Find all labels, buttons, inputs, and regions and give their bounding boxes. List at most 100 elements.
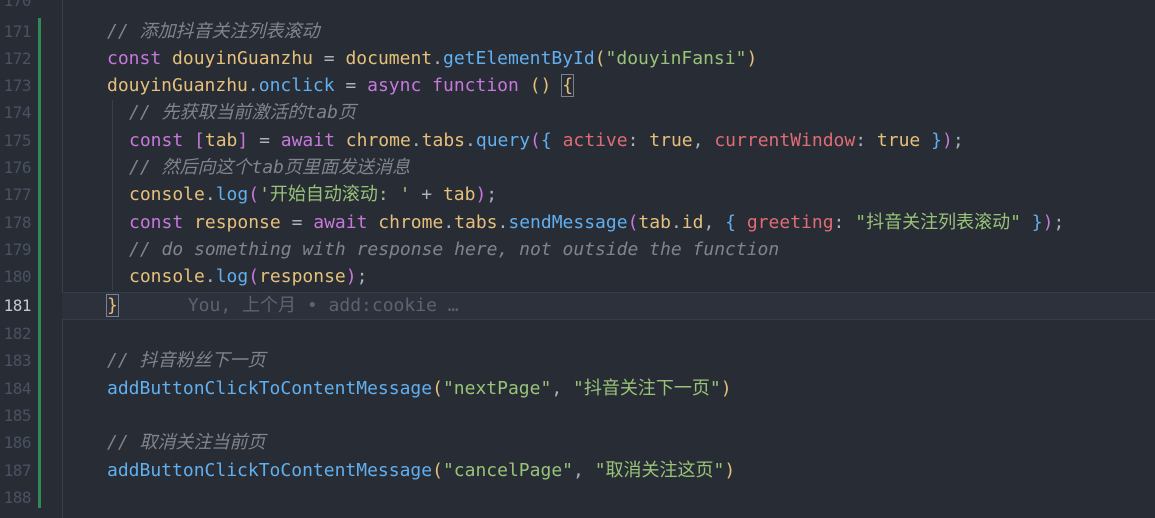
object-key: greeting bbox=[746, 211, 834, 233]
string-literal: "cancelPage" bbox=[442, 459, 573, 481]
code-line-186[interactable]: 186 // 取消关注当前页 bbox=[0, 429, 1155, 456]
variable-name: response bbox=[194, 211, 281, 233]
paren-open: ( bbox=[248, 184, 260, 206]
code-line-171[interactable]: 171 // 添加抖音关注列表滚动 bbox=[0, 18, 1155, 45]
comment: // 先获取当前激活的tab页 bbox=[129, 102, 357, 124]
line-number: 180 bbox=[3, 267, 32, 287]
dot: . bbox=[204, 184, 216, 206]
code-line-176[interactable]: 176 // 然后向这个tab页里面发送消息 bbox=[0, 154, 1155, 181]
paren-open: ( bbox=[627, 211, 639, 233]
line-number: 175 bbox=[3, 130, 32, 150]
dot: . bbox=[247, 75, 259, 97]
paren-open: ( bbox=[594, 47, 606, 69]
brace-close: } bbox=[1031, 211, 1043, 233]
code-line-182[interactable]: 182 bbox=[0, 320, 1155, 347]
code-line-179[interactable]: 179 // do something with response here, … bbox=[0, 236, 1155, 263]
line-number: 174 bbox=[3, 103, 32, 123]
paren-close: ) bbox=[720, 377, 732, 399]
paren-close: ) bbox=[746, 47, 758, 69]
property-name: id bbox=[681, 211, 704, 233]
object-name: console bbox=[129, 266, 205, 288]
line-number: 177 bbox=[3, 185, 32, 205]
code-line-188[interactable]: 188 bbox=[0, 484, 1155, 511]
dot: . bbox=[497, 211, 509, 233]
comment: // 然后向这个tab页里面发送消息 bbox=[129, 157, 411, 178]
paren-close: ) bbox=[724, 459, 736, 481]
object-name: chrome bbox=[345, 129, 411, 151]
comma: , bbox=[692, 129, 715, 151]
code-line-174[interactable]: 174 // 先获取当前激活的tab页 bbox=[0, 99, 1155, 126]
variable-name: tab bbox=[442, 184, 476, 206]
code-line-184[interactable]: 184 addButtonClickToContentMessage("next… bbox=[0, 375, 1155, 402]
paren-close: ) bbox=[475, 184, 487, 206]
code-line-187[interactable]: 187 addButtonClickToContentMessage("canc… bbox=[0, 457, 1155, 484]
comment: // 抖音粉丝下一页 bbox=[107, 350, 266, 372]
paren-open: ( bbox=[432, 459, 443, 481]
line-number: 176 bbox=[3, 158, 32, 177]
brace-close-matched: } bbox=[106, 294, 119, 317]
line-number: 183 bbox=[3, 351, 32, 371]
object-name: tabs bbox=[454, 211, 498, 233]
code-editor[interactable]: 170 171 // 添加抖音关注列表滚动 172 const douyinGu… bbox=[0, 0, 1155, 518]
code-line-183[interactable]: 183 // 抖音粉丝下一页 bbox=[0, 347, 1155, 374]
paren-close: ) bbox=[1042, 211, 1054, 233]
line-number: 179 bbox=[3, 239, 32, 259]
object-name: console bbox=[129, 184, 205, 206]
variable-name: response bbox=[259, 266, 346, 288]
property-name: onclick bbox=[258, 75, 335, 97]
line-number: 186 bbox=[3, 433, 32, 453]
code-line-172[interactable]: 172 const douyinGuanzhu = document.getEl… bbox=[0, 45, 1155, 72]
operator: = bbox=[334, 75, 368, 97]
code-line-170[interactable]: 170 bbox=[0, 0, 1155, 14]
code-line-173[interactable]: 173 douyinGuanzhu.onclick = async functi… bbox=[0, 72, 1155, 99]
code-line-175[interactable]: 175 const [tab] = await chrome.tabs.quer… bbox=[0, 127, 1155, 154]
dot: . bbox=[465, 129, 476, 151]
string-literal: "抖音关注列表滚动" bbox=[855, 211, 1021, 233]
comment: // 取消关注当前页 bbox=[107, 432, 266, 454]
object-key: active bbox=[562, 129, 628, 151]
comma: , bbox=[703, 211, 726, 233]
dot: . bbox=[204, 266, 216, 288]
bracket-close: ] bbox=[237, 129, 249, 151]
paren-close: ) bbox=[941, 129, 953, 151]
brace-open: { bbox=[725, 211, 736, 233]
operator: = bbox=[248, 129, 281, 151]
brace-open-matched: { bbox=[561, 74, 575, 98]
keyword-const: const bbox=[129, 211, 184, 233]
operator: = bbox=[280, 211, 314, 233]
object-name: document bbox=[345, 47, 433, 69]
paren-open: ( bbox=[432, 377, 443, 399]
code-line-185[interactable]: 185 bbox=[0, 402, 1155, 429]
keyword-async: async bbox=[367, 75, 422, 97]
method-name: log bbox=[215, 184, 249, 206]
method-name: query bbox=[475, 129, 531, 151]
comment: // do something with response here, not … bbox=[129, 238, 780, 260]
parens: () bbox=[529, 75, 552, 97]
comma: , bbox=[551, 377, 574, 399]
keyword-function: function bbox=[432, 75, 519, 97]
semicolon: ; bbox=[486, 184, 498, 206]
method-name: getElementById bbox=[442, 47, 595, 69]
string-literal: '开始自动滚动: ' bbox=[259, 184, 411, 206]
dot: . bbox=[410, 129, 422, 151]
brace-open: { bbox=[540, 129, 552, 151]
keyword-await: await bbox=[280, 129, 335, 151]
code-line-180[interactable]: 180 console.log(response); bbox=[0, 263, 1155, 290]
code-line-181-active[interactable]: 181 } You, 上个月 • add:cookie … bbox=[0, 292, 1155, 319]
line-number: 172 bbox=[3, 48, 32, 68]
variable-name: tab bbox=[204, 129, 238, 151]
string-literal: "douyinFansi" bbox=[605, 47, 747, 69]
colon: : bbox=[855, 129, 877, 151]
code-line-178[interactable]: 178 const response = await chrome.tabs.s… bbox=[0, 209, 1155, 236]
dot: . bbox=[670, 211, 682, 233]
line-number: 185 bbox=[3, 405, 32, 425]
line-number: 187 bbox=[3, 460, 32, 480]
operator: + bbox=[410, 184, 443, 206]
semicolon: ; bbox=[356, 266, 368, 288]
line-number: 178 bbox=[3, 212, 32, 232]
method-name: log bbox=[215, 266, 249, 288]
line-number: 171 bbox=[3, 21, 32, 41]
code-line-177[interactable]: 177 console.log('开始自动滚动: ' + tab); bbox=[0, 181, 1155, 208]
dot: . bbox=[443, 211, 455, 233]
git-blame-annotation[interactable]: You, 上个月 • add:cookie … bbox=[188, 295, 459, 316]
